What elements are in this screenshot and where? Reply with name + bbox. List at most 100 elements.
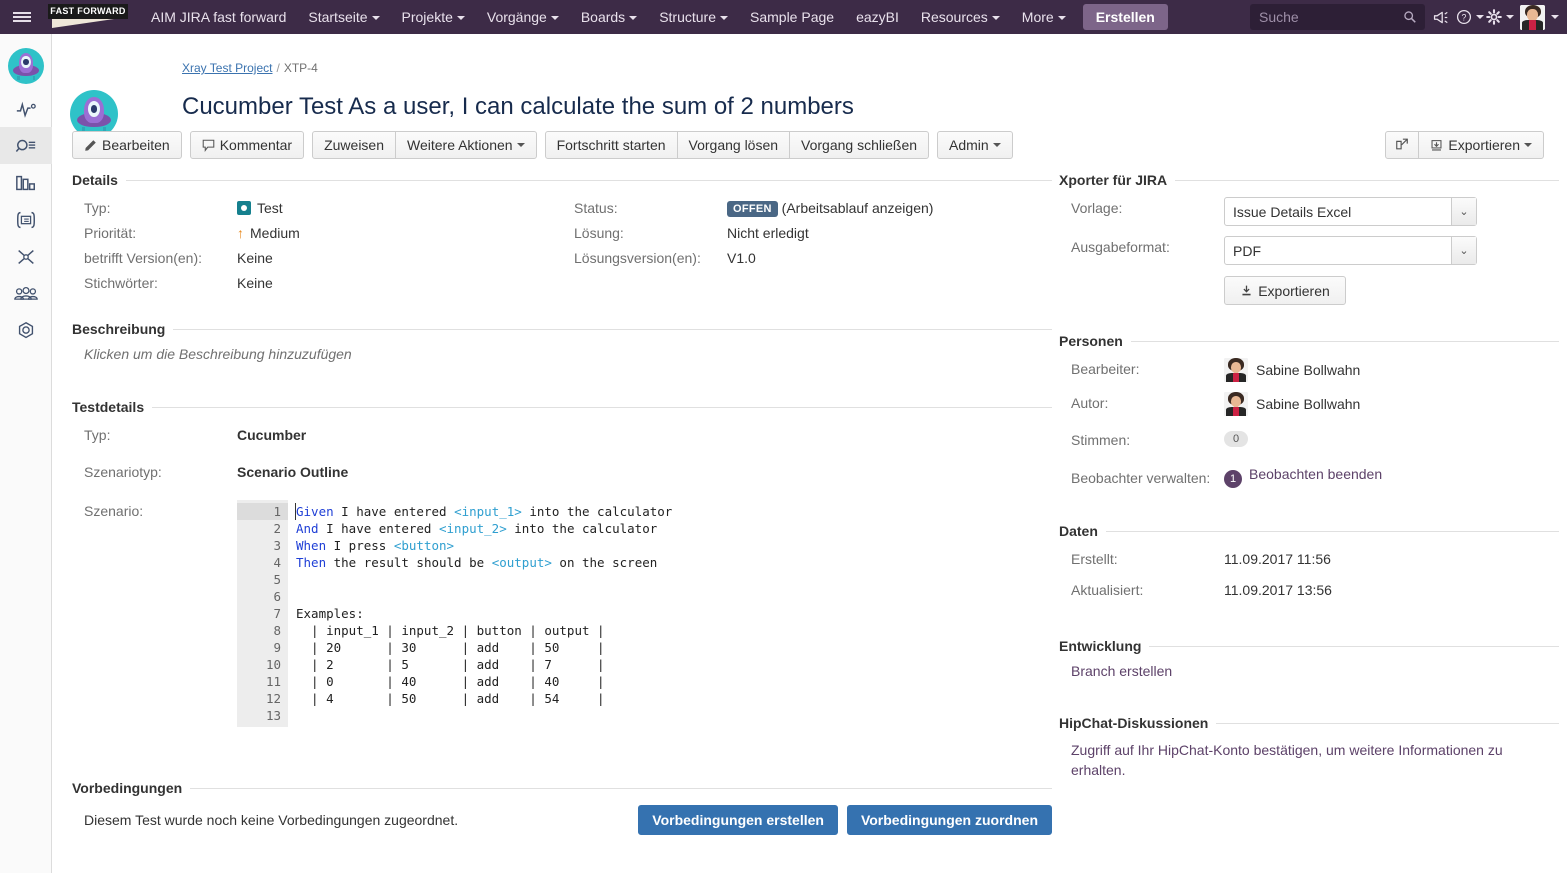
sidebar-item-issues[interactable] — [0, 127, 52, 164]
line-number: 5 — [273, 572, 281, 587]
line-number: 3 — [273, 538, 281, 553]
field-row-votes: Stimmen: 0 — [1059, 429, 1559, 454]
hipchat-message[interactable]: Zugriff auf Ihr HipChat-Konto bestätigen… — [1059, 740, 1519, 780]
admin-button[interactable]: Admin — [937, 131, 1013, 159]
chevron-down-icon — [992, 143, 1001, 147]
sidebar-project-avatar[interactable] — [0, 34, 52, 90]
nav-item-resources[interactable]: Resources — [910, 0, 1011, 34]
gherkin-keyword: Then — [296, 555, 327, 570]
output-format-select[interactable]: PDF ⌄ — [1224, 236, 1477, 265]
chevron-down-icon — [516, 143, 525, 147]
resolve-issue-button[interactable]: Vorgang lösen — [676, 131, 791, 159]
sidebar-item-test-repository[interactable] — [0, 201, 52, 238]
sidebar-item-xray[interactable] — [0, 238, 52, 275]
code-line: | 20 | 30 | add | 50 | — [296, 639, 989, 656]
settings-button[interactable] — [1485, 0, 1515, 34]
nav-item-boards[interactable]: Boards — [570, 0, 648, 34]
create-button[interactable]: Erstellen — [1082, 4, 1168, 30]
field-row-scenario-type: Szenariotyp: Scenario Outline — [72, 461, 1052, 486]
code-text: | 0 | 40 | add | 40 | — [296, 674, 605, 689]
start-progress-button[interactable]: Fortschritt starten — [544, 131, 678, 159]
chevron-down-icon — [1506, 15, 1514, 19]
status-badge: OFFEN — [727, 201, 778, 217]
assign-precondition-button[interactable]: Vorbedingungen zuordnen — [846, 805, 1052, 835]
edit-button[interactable]: Bearbeiten — [72, 131, 182, 159]
document-list-icon — [17, 211, 35, 228]
search-input[interactable] — [1250, 4, 1425, 30]
preconditions-heading: Vorbedingungen — [72, 780, 183, 796]
nav-item-vorgaenge[interactable]: Vorgänge — [476, 0, 570, 34]
nav-item-structure[interactable]: Structure — [648, 0, 739, 34]
stop-watching-link[interactable]: Beobachten beenden — [1249, 466, 1382, 482]
line-number: 1 — [237, 503, 288, 520]
field-value-type: Test — [237, 197, 562, 216]
sidebar-item-project-settings[interactable] — [0, 312, 52, 349]
share-button[interactable] — [1385, 131, 1420, 159]
breadcrumb-separator: / — [276, 61, 280, 75]
field-label-labels: Stichwörter: — [84, 275, 158, 291]
reporter-name[interactable]: Sabine Bollwahn — [1256, 396, 1360, 412]
avatar-image — [1520, 4, 1545, 30]
breadcrumb-issue-key[interactable]: XTP-4 — [284, 61, 318, 75]
sidebar-item-activity[interactable] — [0, 90, 52, 127]
comment-group: Kommentar — [189, 131, 305, 159]
menu-icon[interactable] — [0, 0, 44, 34]
development-section-header: Entwicklung — [1059, 638, 1559, 654]
template-select[interactable]: Issue Details Excel ⌄ — [1224, 197, 1477, 226]
help-button[interactable]: ? — [1455, 0, 1485, 34]
search-box[interactable] — [1250, 4, 1425, 30]
create-precondition-button[interactable]: Vorbedingungen erstellen — [638, 805, 838, 835]
nav-item-more[interactable]: More — [1011, 0, 1077, 34]
announcements-megaphone-icon[interactable] — [1425, 0, 1455, 34]
gherkin-placeholder: <input_1> — [454, 504, 522, 519]
issue-export-toolbar: Exportieren — [1385, 131, 1552, 159]
output-format-select-value: PDF — [1233, 242, 1261, 259]
hipchat-section-header: HipChat-Diskussionen — [1059, 715, 1559, 731]
details-section-header: Details — [72, 172, 1052, 188]
nav-item-projekte[interactable]: Projekte — [391, 0, 476, 34]
workflow-link[interactable]: (Arbeitsablauf anzeigen) — [782, 200, 934, 216]
more-actions-button[interactable]: Weitere Aktionen — [395, 131, 537, 159]
pulse-icon — [16, 101, 36, 118]
gherkin-code-editor[interactable]: 1 2 3 4 5 6 7 8 9 10 11 12 13 Given I have entered <… — [237, 500, 997, 727]
code-text: Examples: — [296, 606, 364, 621]
share-icon — [1395, 137, 1409, 154]
nav-item-startseite[interactable]: Startseite — [297, 0, 390, 34]
issue-main-column: Details Typ: Test Priorität: ↑ Medium bet… — [72, 172, 1052, 835]
fast-forward-logo[interactable]: FAST FORWARD — [44, 3, 132, 31]
line-number: 11 — [265, 674, 281, 689]
field-row-type: Typ: Test — [72, 197, 562, 222]
assign-button[interactable]: Zuweisen — [312, 131, 396, 159]
field-row-updated: Aktualisiert: 11.09.2017 13:56 — [1059, 579, 1559, 604]
nav-item-aim-jira-fast-forward[interactable]: AIM JIRA fast forward — [140, 0, 297, 34]
reporter-avatar — [1224, 392, 1248, 416]
bar-chart-icon — [16, 175, 35, 190]
sidebar-item-reports[interactable] — [0, 164, 52, 201]
field-label-output-format: Ausgabeformat: — [1071, 239, 1170, 255]
logo-triangle — [52, 19, 114, 28]
code-text: | 2 | 5 | add | 7 | — [296, 657, 605, 672]
close-issue-button[interactable]: Vorgang schließen — [789, 131, 930, 159]
top-navigation-bar: FAST FORWARD AIM JIRA fast forward Start… — [0, 0, 1567, 34]
field-label-scenario: Szenario: — [84, 503, 144, 519]
code-line: Given I have entered <input_1> into the … — [295, 503, 989, 520]
comment-button[interactable]: Kommentar — [189, 131, 305, 159]
create-branch-link[interactable]: Branch erstellen — [1071, 663, 1172, 679]
nav-item-eazybi[interactable]: eazyBI — [845, 0, 910, 34]
description-placeholder[interactable]: Klicken um die Beschreibung hinzuzufügen — [72, 346, 1052, 362]
editor-code-content[interactable]: Given I have entered <input_1> into the … — [288, 500, 997, 727]
sidebar-item-people[interactable] — [0, 275, 52, 312]
nav-item-sample-page[interactable]: Sample Page — [739, 0, 845, 34]
preconditions-empty-text: Diesem Test wurde noch keine Vorbedingun… — [84, 812, 459, 828]
user-menu-caret[interactable] — [1545, 0, 1561, 34]
development-heading: Entwicklung — [1059, 638, 1142, 654]
export-button[interactable]: Exportieren — [1418, 131, 1544, 159]
xporter-export-button[interactable]: Exportieren — [1224, 276, 1346, 305]
details-heading: Details — [72, 172, 118, 188]
breadcrumb-project-link[interactable]: Xray Test Project — [182, 61, 272, 75]
user-avatar[interactable] — [1520, 4, 1545, 30]
line-number: 13 — [265, 708, 281, 723]
field-value-fix-version: V1.0 — [727, 250, 756, 266]
assignee-name[interactable]: Sabine Bollwahn — [1256, 362, 1360, 378]
